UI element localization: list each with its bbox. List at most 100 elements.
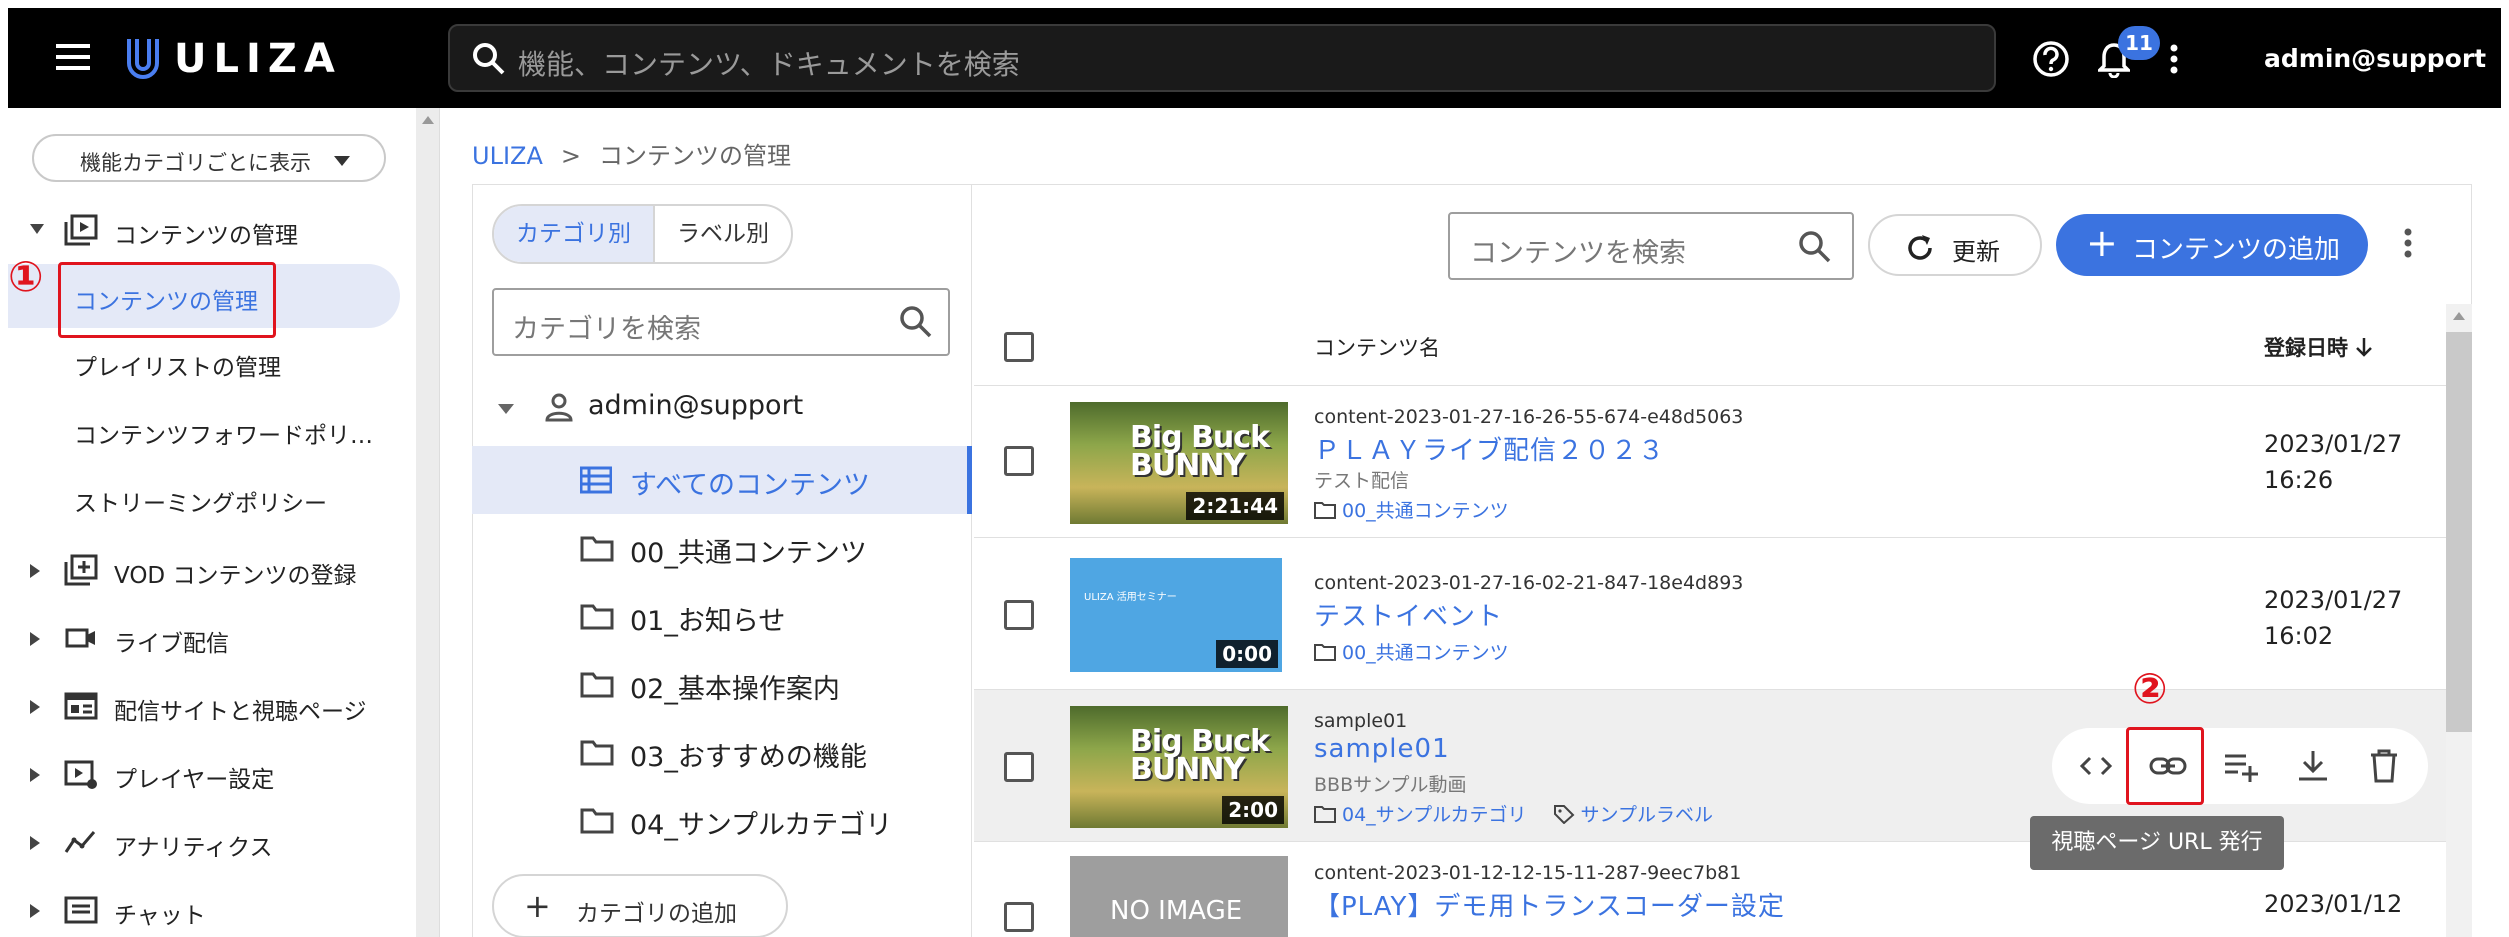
column-header-date[interactable]: 登録日時 — [2264, 332, 2373, 362]
tab-label[interactable]: ラベル別 — [653, 206, 791, 262]
scrollbar-thumb[interactable] — [2446, 332, 2472, 732]
table-row[interactable]: Big Buck BUNNY 2:21:44 content-2023-01-2… — [974, 386, 2446, 538]
hamburger-menu-icon[interactable] — [56, 44, 90, 74]
breadcrumb-current: コンテンツの管理 — [598, 142, 791, 170]
search-icon — [1798, 230, 1832, 268]
camera-icon — [65, 628, 95, 648]
category-item-common[interactable]: 00_共通コンテンツ — [472, 514, 972, 582]
sidebar-group-live[interactable]: ライブ配信 — [8, 610, 416, 666]
content-category-label: 04_サンプルカテゴリ — [1342, 804, 1527, 826]
row-checkbox[interactable] — [1004, 600, 1034, 630]
sidebar-item-forward-policy[interactable]: コンテンツフォワードポリ… — [8, 398, 408, 462]
row-checkbox[interactable] — [1004, 902, 1034, 932]
tab-category[interactable]: カテゴリ別 — [494, 206, 653, 262]
search-icon — [472, 42, 506, 80]
content-date: 2023/01/27 16:26 — [2264, 426, 2402, 498]
category-item-sample[interactable]: 04_サンプルカテゴリ — [472, 786, 972, 854]
sidebar-group-sites[interactable]: 配信サイトと視聴ページ — [8, 678, 416, 734]
category-item-all[interactable]: すべてのコンテンツ — [472, 446, 972, 514]
content-date: 2023/01/12 — [2264, 890, 2403, 918]
content-thumbnail[interactable]: Big Buck BUNNY 2:21:44 — [1070, 402, 1288, 524]
content-title-link[interactable]: ＰＬＡＹライブ配信２０２３ — [1314, 430, 1665, 467]
content-search-input[interactable]: コンテンツを検索 — [1448, 212, 1854, 280]
content-date-time: 16:26 — [2264, 466, 2334, 494]
content-thumbnail[interactable]: NO IMAGE — [1070, 856, 1288, 937]
content-date-time: 16:02 — [2264, 622, 2334, 650]
column-header-date-label: 登録日時 — [2264, 336, 2348, 360]
annotation-number-1: ① — [8, 252, 44, 301]
more-options-icon[interactable] — [2170, 44, 2178, 78]
uliza-logo-icon — [127, 39, 159, 79]
category-view-select[interactable]: 機能カテゴリごとに表示 — [32, 134, 386, 182]
scroll-up-icon — [422, 116, 434, 124]
category-label-toggle: カテゴリ別 ラベル別 — [492, 204, 793, 264]
content-label-tag: サンプルラベル — [1580, 804, 1713, 826]
embed-code-icon[interactable] — [2078, 748, 2114, 788]
folder-icon — [580, 808, 614, 834]
annotation-highlight-1 — [58, 262, 276, 338]
help-icon[interactable] — [2032, 40, 2070, 82]
content-title-link[interactable]: sample01 — [1314, 734, 1450, 764]
sidebar-group-vod-register[interactable]: VOD コンテンツの登録 — [8, 542, 416, 598]
sidebar-group-chat[interactable]: チャット — [8, 882, 416, 937]
sidebar-group-player-settings[interactable]: プレイヤー設定 — [8, 746, 416, 802]
table-row[interactable]: ULIZA 活用セミナー 0:00 content-2023-01-27-16-… — [974, 538, 2446, 690]
folder-icon — [1314, 501, 1336, 519]
sidebar-group-content-management[interactable]: コンテンツの管理 — [8, 202, 416, 258]
delete-icon[interactable] — [2368, 748, 2400, 788]
breadcrumb-separator: > — [560, 142, 581, 170]
breadcrumb-root-link[interactable]: ULIZA — [472, 142, 543, 170]
category-item-label: 04_サンプルカテゴリ — [630, 810, 893, 841]
global-search-input[interactable]: 機能、コンテンツ、ドキュメントを検索 — [448, 24, 1996, 92]
sidebar-group-analytics[interactable]: アナリティクス — [8, 814, 416, 870]
download-icon[interactable] — [2296, 748, 2330, 788]
sidebar-item-label: プレイリストの管理 — [74, 355, 281, 381]
user-account-name[interactable]: admin@support — [2264, 44, 2486, 73]
content-category-label: 00_共通コンテンツ — [1342, 642, 1509, 664]
content-title-link[interactable]: 【PLAY】デモ用トランスコーダー設定 — [1314, 886, 1785, 923]
content-category-link[interactable]: 00_共通コンテンツ — [1314, 638, 1509, 665]
duration-badge: 2:21:44 — [1186, 492, 1284, 520]
sidebar-group-label: ライブ配信 — [114, 631, 229, 657]
chevron-down-icon — [334, 156, 350, 166]
add-to-playlist-icon[interactable] — [2222, 748, 2260, 788]
sidebar-item-playlist[interactable]: プレイリストの管理 — [8, 330, 408, 394]
content-thumbnail[interactable]: Big Buck BUNNY 2:00 — [1070, 706, 1288, 828]
row-checkbox[interactable] — [1004, 446, 1034, 476]
expand-arrow-icon — [30, 224, 44, 234]
select-all-checkbox[interactable] — [1004, 332, 1034, 362]
uliza-logo[interactable]: ULIZA — [126, 36, 342, 82]
add-category-button[interactable]: + カテゴリの追加 — [492, 874, 788, 937]
column-header-name[interactable]: コンテンツ名 — [1314, 332, 1440, 362]
category-search-input[interactable]: カテゴリを検索 — [492, 288, 950, 356]
collapsed-arrow-icon — [30, 768, 40, 782]
sidebar-scrollbar[interactable] — [416, 108, 440, 937]
row-action-bar — [2052, 728, 2428, 804]
row-checkbox[interactable] — [1004, 752, 1034, 782]
folder-icon — [580, 672, 614, 698]
content-list-scrollbar[interactable] — [2446, 304, 2472, 937]
category-item-basic-guide[interactable]: 02_基本操作案内 — [472, 650, 972, 718]
content-category-link[interactable]: 00_共通コンテンツ — [1314, 496, 1509, 523]
content-category-link[interactable]: 04_サンプルカテゴリ サンプルラベル — [1314, 800, 1713, 827]
folder-icon — [580, 604, 614, 630]
refresh-button[interactable]: 更新 — [1868, 214, 2042, 276]
content-title-link[interactable]: テストイベント — [1314, 596, 1503, 633]
logo-text: ULIZA — [174, 36, 342, 82]
breadcrumb: ULIZA > コンテンツの管理 — [472, 136, 791, 171]
category-item-recommended[interactable]: 03_おすすめの機能 — [472, 718, 972, 786]
duration-badge: 2:00 — [1222, 796, 1284, 824]
content-thumbnail[interactable]: ULIZA 活用セミナー 0:00 — [1070, 558, 1282, 672]
category-item-label: 00_共通コンテンツ — [630, 538, 867, 569]
category-item-news[interactable]: 01_お知らせ — [472, 582, 972, 650]
content-category-label: 00_共通コンテンツ — [1342, 500, 1509, 522]
folder-icon — [580, 740, 614, 766]
add-content-button[interactable]: + コンテンツの追加 — [2056, 214, 2368, 276]
content-list-header: コンテンツ名 登録日時 — [974, 304, 2446, 386]
collapsed-arrow-icon — [30, 564, 40, 578]
sidebar-item-streaming-policy[interactable]: ストリーミングポリシー — [8, 466, 408, 530]
collapsed-arrow-icon — [30, 632, 40, 646]
more-options-icon[interactable] — [2404, 228, 2412, 262]
category-view-select-label: 機能カテゴリごとに表示 — [80, 151, 311, 175]
category-item-label: 02_基本操作案内 — [630, 674, 840, 705]
